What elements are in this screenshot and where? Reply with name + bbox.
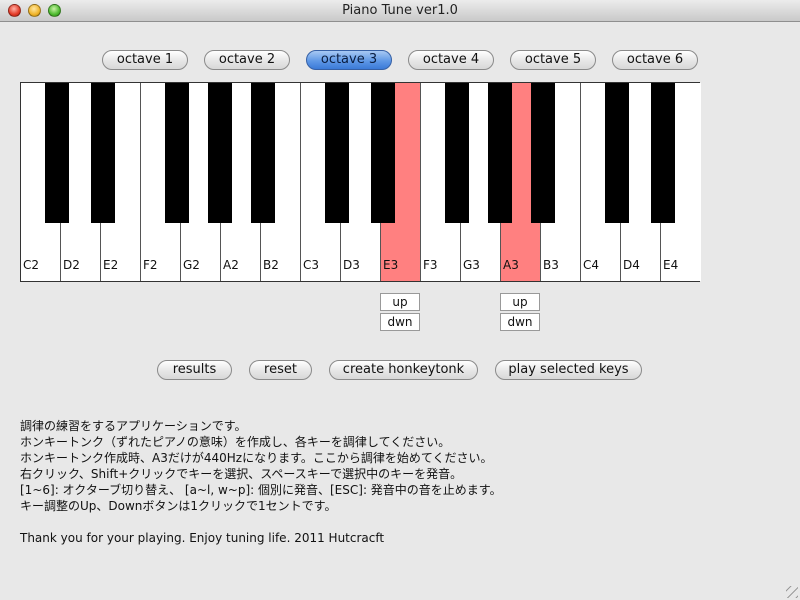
octave-3-button[interactable]: octave 3 (306, 50, 392, 70)
key-label: B3 (543, 258, 559, 272)
a3-up-button[interactable]: up (500, 293, 540, 311)
key-label: A2 (223, 258, 239, 272)
black-key-d-sharp-4[interactable] (651, 83, 675, 223)
key-label: C2 (23, 258, 40, 272)
black-key-a-sharp-3[interactable] (531, 83, 555, 223)
octave-1-button[interactable]: octave 1 (102, 50, 188, 70)
octave-6-button[interactable]: octave 6 (612, 50, 698, 70)
instruction-line: ホンキートンク作成時、A3だけが440Hzになります。ここから調律を始めてくださ… (20, 451, 493, 465)
a3-down-button[interactable]: dwn (500, 313, 540, 331)
black-key-a-sharp-2[interactable] (251, 83, 275, 223)
octave-selector: octave 1 octave 2 octave 3 octave 4 octa… (0, 50, 800, 72)
key-label: E4 (663, 258, 679, 272)
create-honkeytonk-button[interactable]: create honkeytonk (329, 360, 478, 380)
key-label: D3 (343, 258, 360, 272)
resize-grip-icon[interactable] (786, 586, 798, 598)
instruction-line: キー調整のUp、Downボタンは1クリックで1セントです。 (20, 499, 337, 513)
instructions: 調律の練習をするアプリケーションです。 ホンキートンク（ずれたピアノの意味）を作… (20, 418, 780, 514)
black-key-d-sharp-2[interactable] (91, 83, 115, 223)
key-label: F2 (143, 258, 158, 272)
key-label: D2 (63, 258, 80, 272)
octave-5-button[interactable]: octave 5 (510, 50, 596, 70)
key-label: E3 (383, 258, 399, 272)
black-key-d-sharp-3[interactable] (371, 83, 395, 223)
instruction-line: 調律の練習をするアプリケーションです。 (20, 419, 247, 433)
key-label: G3 (463, 258, 480, 272)
footer-credit: Thank you for your playing. Enjoy tuning… (20, 531, 385, 545)
instruction-line: ホンキートンク（ずれたピアノの意味）を作成し、各キーを調律してください。 (20, 435, 451, 449)
key-label: A3 (503, 258, 519, 272)
black-key-g-sharp-3[interactable] (488, 83, 512, 223)
black-key-c-sharp-2[interactable] (45, 83, 69, 223)
instruction-line: [1~6]: オクターブ切り替え、 [a~l, w~p]: 個別に発音、[ESC… (20, 483, 502, 497)
action-bar: results reset create honkeytonk play sel… (0, 360, 800, 382)
octave-2-button[interactable]: octave 2 (204, 50, 290, 70)
key-label: C3 (303, 258, 320, 272)
title-bar: Piano Tune ver1.0 (0, 0, 800, 22)
piano-keyboard: C2 D2 E2 F2 G2 A2 B2 C3 D3 E3 F3 G3 A3 B… (20, 82, 701, 282)
e3-up-button[interactable]: up (380, 293, 420, 311)
black-key-f-sharp-3[interactable] (445, 83, 469, 223)
black-key-c-sharp-4[interactable] (605, 83, 629, 223)
results-button[interactable]: results (157, 360, 232, 380)
black-key-g-sharp-2[interactable] (208, 83, 232, 223)
reset-button[interactable]: reset (249, 360, 312, 380)
key-label: F3 (423, 258, 438, 272)
window-title: Piano Tune ver1.0 (342, 3, 458, 18)
key-label: E2 (103, 258, 119, 272)
octave-4-button[interactable]: octave 4 (408, 50, 494, 70)
play-selected-keys-button[interactable]: play selected keys (495, 360, 642, 380)
key-label: C4 (583, 258, 600, 272)
key-label: B2 (263, 258, 279, 272)
black-key-c-sharp-3[interactable] (325, 83, 349, 223)
instruction-line: 右クリック、Shift+クリックでキーを選択、スペースキーで選択中のキーを発音。 (20, 467, 463, 481)
key-label: D4 (623, 258, 640, 272)
e3-down-button[interactable]: dwn (380, 313, 420, 331)
key-label: G2 (183, 258, 200, 272)
black-key-f-sharp-2[interactable] (165, 83, 189, 223)
